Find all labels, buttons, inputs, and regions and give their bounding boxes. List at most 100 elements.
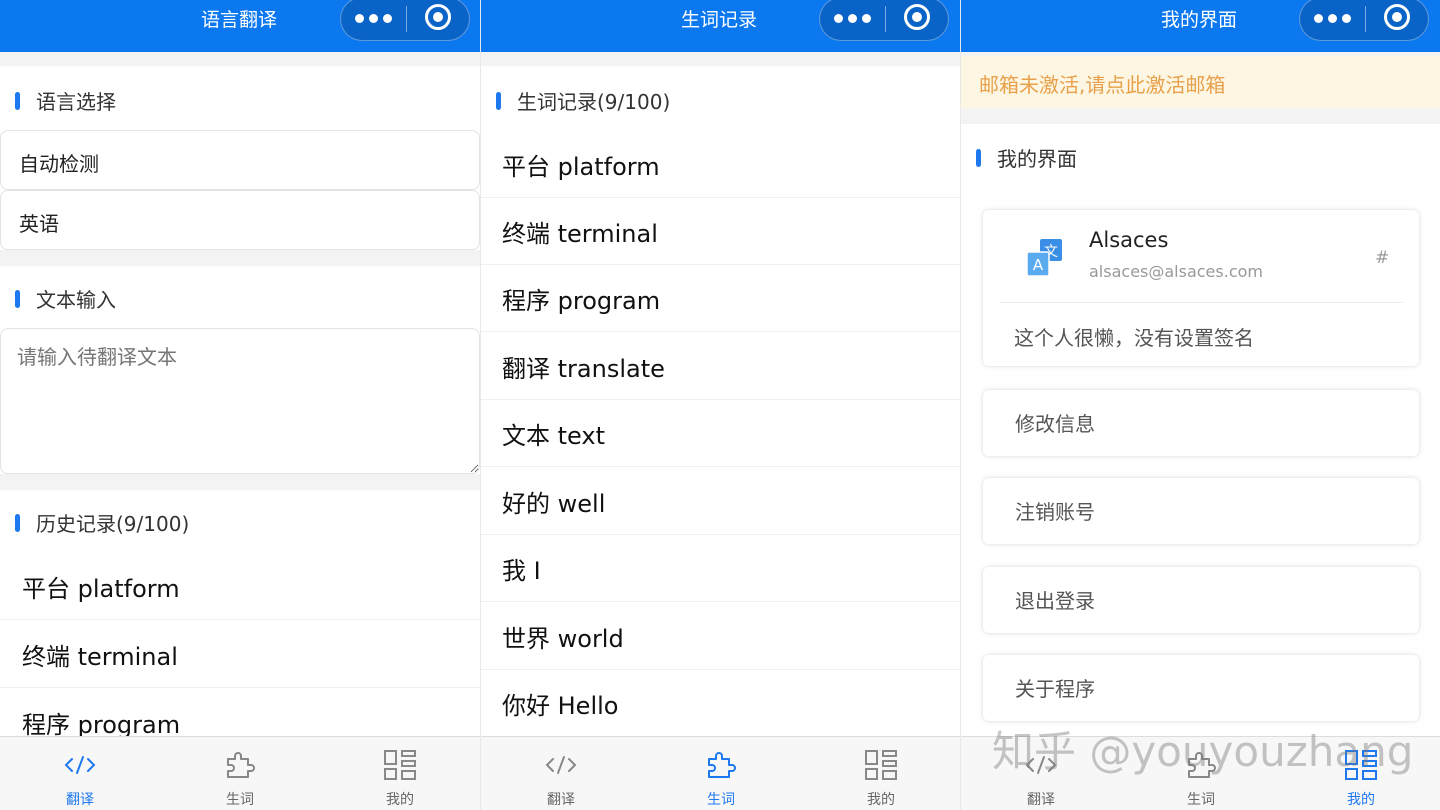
word-text: 翻译 translate [502,349,665,384]
source-language-select[interactable]: 自动检测 [0,130,480,190]
code-icon [62,749,98,781]
tab-me[interactable]: 我的 [1281,737,1440,810]
word-row[interactable]: 翻译 translate [481,333,960,400]
section-accent-bar [976,149,981,167]
nav-bar: 语言翻译 [0,0,480,52]
history-row[interactable]: 终端 terminal [0,621,480,688]
close-target-icon[interactable] [904,4,930,30]
divider-band [481,52,960,66]
puzzle-icon [1183,749,1219,781]
word-text: 好的 well [502,484,605,519]
word-row[interactable]: 好的 well [481,468,960,535]
section-header-me: 我的界面 [961,127,1440,185]
mini-program-capsule [819,0,949,41]
word-text: 你好 Hello [502,686,618,721]
word-text: 世界 world [502,619,624,654]
puzzle-icon [222,749,258,781]
word-row[interactable]: 程序 program [481,265,960,332]
word-row[interactable]: 世界 world [481,603,960,670]
grid-icon [1343,749,1379,781]
card-divider [999,302,1403,303]
app: 语言翻译 语言选择 自动检测 英语 文本输入 历史记录(9/100) [0,0,1440,810]
tab-translate[interactable]: 翻译 [961,737,1121,810]
notice-text: 邮箱未激活,请点此激活邮箱 [979,69,1225,98]
tab-label: 我的 [801,789,960,809]
tab-bar: 翻译 生词 我的 [481,736,960,810]
section-title: 文本输入 [36,284,116,313]
section-header-history: 历史记录(9/100) [0,492,480,550]
tab-bar: 翻译 生词 我的 [0,736,480,810]
section-title: 生词记录(9/100) [517,86,670,115]
grid-icon [863,749,899,781]
divider-band [0,250,480,266]
section-title: 我的界面 [997,143,1077,172]
about-label: 关于程序 [1015,673,1095,702]
email-activation-notice[interactable]: 邮箱未激活,请点此激活邮箱 [961,56,1440,108]
section-title: 语言选择 [36,86,116,115]
nav-bar: 我的界面 [961,0,1440,52]
tab-me[interactable]: 我的 [801,737,960,810]
section-accent-bar [15,514,20,532]
translate-text-input[interactable] [0,328,480,474]
nav-bar: 生词记录 [481,0,960,52]
more-icon[interactable] [820,0,884,40]
target-language-select[interactable]: 英语 [0,190,480,250]
me-panel: 我的界面 邮箱未激活,请点此激活邮箱 我的界面 文 A Alsaces al [960,0,1440,810]
puzzle-icon [703,749,739,781]
close-target-icon[interactable] [1384,4,1410,30]
tab-translate[interactable]: 翻译 [0,737,160,810]
capsule-divider [1365,6,1366,32]
word-text: 文本 text [502,416,605,451]
history-row[interactable]: 平台 platform [0,553,480,620]
tab-translate[interactable]: 翻译 [481,737,641,810]
section-header-words: 生词记录(9/100) [481,70,960,128]
logout-label: 退出登录 [1015,585,1095,614]
page-title: 生词记录 [681,0,757,40]
section-accent-bar [15,290,20,308]
word-row[interactable]: 你好 Hello [481,670,960,737]
user-signature: 这个人很懒，没有设置签名 [1014,322,1254,351]
logout-button[interactable]: 退出登录 [983,567,1419,633]
capsule-divider [885,6,886,32]
tab-words[interactable]: 生词 [641,737,801,810]
more-icon[interactable] [341,0,405,40]
tab-words[interactable]: 生词 [160,737,320,810]
capsule-divider [406,6,407,32]
tab-label: 翻译 [481,789,641,809]
tab-label: 翻译 [961,789,1121,809]
deactivate-account-button[interactable]: 注销账号 [983,478,1419,544]
word-text: 程序 program [502,281,660,316]
edit-info-button[interactable]: 修改信息 [983,390,1419,456]
translate-panel: 语言翻译 语言选择 自动检测 英语 文本输入 历史记录(9/100) [0,0,480,810]
word-row[interactable]: 终端 terminal [481,198,960,265]
tab-label: 我的 [1281,789,1440,809]
code-icon [1023,749,1059,781]
word-row[interactable]: 文本 text [481,400,960,467]
divider-band [0,474,480,490]
word-row[interactable]: 平台 platform [481,131,960,198]
page-title: 我的界面 [1161,0,1237,40]
profile-card[interactable]: 文 A Alsaces alsaces@alsaces.com # 这个人很懒，… [983,210,1419,366]
section-header-language: 语言选择 [0,70,480,128]
word-text: 终端 terminal [502,214,658,249]
word-text: 平台 platform [502,147,660,182]
tab-label: 生词 [641,789,801,809]
close-target-icon[interactable] [425,4,451,30]
word-row[interactable]: 我 I [481,535,960,602]
section-accent-bar [496,92,501,110]
source-language-value: 自动检测 [19,148,99,177]
more-icon[interactable] [1300,0,1364,40]
code-icon [543,749,579,781]
divider-band [0,52,480,66]
hash-icon: # [1375,248,1389,268]
tab-me[interactable]: 我的 [320,737,480,810]
tab-bar: 翻译 生词 我的 [961,736,1440,810]
tab-words[interactable]: 生词 [1121,737,1281,810]
tab-label: 我的 [320,789,480,809]
username: Alsaces [1089,228,1168,252]
section-accent-bar [15,92,20,110]
about-button[interactable]: 关于程序 [983,655,1419,721]
mini-program-capsule [1299,0,1429,41]
edit-info-label: 修改信息 [1015,408,1095,437]
word-text: 我 I [502,551,541,586]
